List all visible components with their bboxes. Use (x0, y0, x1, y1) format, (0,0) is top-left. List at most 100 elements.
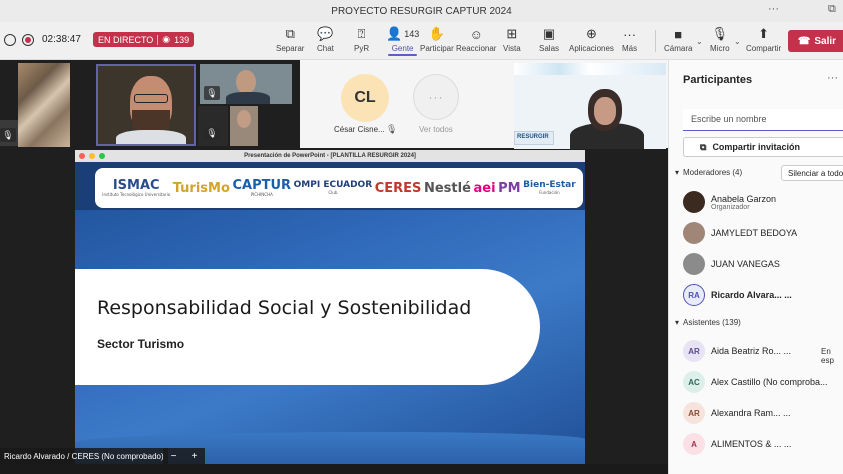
sponsor-logo: Bien-Estar Fundación (523, 180, 576, 195)
gente-button[interactable]: 👤 143 Gente (386, 26, 420, 56)
pyr-button[interactable]: ⍰ PyR (354, 26, 369, 53)
sponsor-logo: PM (498, 180, 521, 196)
view-all-label: Ver todos (419, 125, 453, 134)
zoom-out-button[interactable]: − (171, 451, 177, 462)
status-text: En esp (821, 347, 834, 365)
meeting-stage: 🎙 🎙 🎙 CL César Cisne... 🎙 ··· Ver todos … (0, 60, 668, 474)
list-item[interactable]: JAMYLEDT BEDOYA (683, 222, 797, 244)
speaker-name-tag: Ricardo Alvarado / CERES (No comprobado) (0, 448, 168, 464)
chat-icon: 💬 (317, 26, 334, 41)
avatar: AR (683, 402, 705, 424)
camera-icon: ■ (674, 26, 683, 42)
banner-text: RESURGIR (514, 131, 554, 145)
caret-down-icon: ▾ (675, 318, 680, 327)
recording-icon (22, 33, 34, 46)
sponsor-logo: TurisMo (172, 180, 230, 196)
slide-title: Responsabilidad Social y Sostenibilidad (97, 297, 472, 319)
shared-presentation[interactable]: Presentación de PowerPoint - [PLANTILLA … (75, 150, 585, 468)
zoom-in-button[interactable]: + (192, 451, 198, 462)
mas-button[interactable]: ··· Más (622, 26, 637, 54)
participant-avatar[interactable]: CL (341, 74, 389, 122)
mute-all-button[interactable]: Silenciar a todos (781, 165, 843, 181)
add-apps-icon: ⊕ (586, 26, 597, 41)
reaccionar-button[interactable]: ☺ Reaccionar (456, 26, 496, 54)
more-options-icon[interactable]: ··· (768, 3, 779, 15)
video-tile[interactable]: 🎙 (200, 64, 292, 104)
aplicaciones-button[interactable]: ⊕ Aplicaciones (569, 26, 614, 53)
mic-off-icon: 🎙 (711, 26, 729, 41)
sponsor-logo: CERES (374, 180, 422, 196)
popout-icon: ⧉ (285, 26, 295, 41)
more-icon: ··· (623, 26, 637, 42)
video-tile[interactable] (230, 106, 258, 146)
list-item[interactable]: JUAN VANEGAS (683, 253, 780, 275)
camera-options-chevron-icon[interactable]: ⌄ (696, 37, 703, 46)
vista-button[interactable]: ⊞ Vista (503, 26, 521, 53)
avatar (683, 222, 705, 244)
video-tile-active-speaker[interactable] (96, 64, 196, 146)
people-icon: 👤 143 (386, 26, 420, 41)
live-badge[interactable]: EN DIRECTO ◉ 139 (92, 32, 195, 47)
panel-more-icon[interactable]: ··· (827, 72, 838, 84)
list-item[interactable]: AR Aida Beatriz Ro... ... (683, 340, 791, 362)
sponsor-logos: ISMAC Instituto Tecnológico Universitario… (95, 168, 583, 208)
sponsor-logo: aei (473, 180, 496, 196)
participant-name: César Cisne... (334, 125, 385, 134)
separar-button[interactable]: ⧉ Separar (276, 26, 304, 53)
camara-button[interactable]: ■ Cámara (664, 26, 692, 54)
caret-down-icon: ▾ (675, 168, 680, 177)
chat-button[interactable]: 💬 Chat (317, 26, 334, 53)
video-tile[interactable]: RESURGIR (514, 63, 666, 149)
avatar: AC (683, 371, 705, 393)
presentation-window-title: Presentación de PowerPoint - [PLANTILLA … (244, 153, 416, 159)
avatar: RA (683, 284, 705, 306)
list-item[interactable]: A ALIMENTOS & ... ... (683, 433, 791, 455)
share-screen-icon: ⬆ (758, 26, 770, 41)
viewers-count: 139 (174, 34, 190, 45)
mic-options-chevron-icon[interactable]: ⌄ (734, 37, 741, 46)
leave-button[interactable]: ☎ Salir (788, 30, 843, 52)
micro-button[interactable]: 🎙 Micro (710, 26, 730, 53)
participar-button[interactable]: ✋ Participar (420, 26, 454, 53)
qa-icon: ⍰ (357, 26, 366, 41)
compartir-button[interactable]: ⬆ Compartir (746, 26, 781, 53)
sponsor-logo: OMPI ECUADOR Club (293, 180, 373, 195)
sponsor-logo: Nestlé (423, 180, 471, 196)
moderators-section-toggle[interactable]: ▾ Moderadores (4) (675, 168, 742, 177)
smile-icon: ☺ (469, 26, 483, 42)
avatar (683, 191, 705, 213)
raise-hand-icon: ✋ (428, 26, 445, 41)
mic-off-icon: 🎙 (0, 128, 16, 142)
shield-icon (4, 33, 16, 46)
avatar: A (683, 433, 705, 455)
video-tile[interactable] (18, 63, 70, 147)
grid-icon: ⊞ (506, 26, 518, 41)
mic-off-icon: 🎙 (204, 86, 220, 100)
panel-title: Participantes (683, 74, 753, 86)
phone-hangup-icon: ☎ (797, 35, 811, 47)
list-item[interactable]: AR Alexandra Ram... ... (683, 402, 791, 424)
list-item[interactable]: RA Ricardo Alvara... ... (683, 284, 792, 306)
slide-subtitle: Sector Turismo (97, 337, 185, 351)
list-item[interactable]: Anabela Garzon Organizador (683, 191, 776, 213)
meeting-timer: 02:38:47 (42, 34, 81, 45)
salas-button[interactable]: ▣ Salas (539, 26, 559, 53)
share-invite-button[interactable]: ⧉ Compartir invitación (683, 137, 843, 157)
participant-search-input[interactable]: Escribe un nombre (683, 109, 843, 131)
view-all-button[interactable]: ··· (413, 74, 459, 120)
attendees-section-toggle[interactable]: ▾ Asistentes (139) (675, 318, 741, 327)
rooms-icon: ▣ (542, 26, 556, 41)
mic-off-icon: 🎙 (204, 126, 220, 140)
video-tile[interactable]: 🎙 (198, 106, 228, 146)
live-label: EN DIRECTO (97, 34, 154, 45)
presentation-window-bar: Presentación de PowerPoint - [PLANTILLA … (75, 150, 585, 162)
list-item[interactable]: AC Alex Castillo (No comproba... (683, 371, 828, 393)
restore-window-icon[interactable]: ⧉ (828, 3, 836, 16)
participants-panel: Participantes ··· Escribe un nombre ⧉ Co… (668, 60, 843, 474)
meeting-toolbar: 02:38:47 EN DIRECTO ◉ 139 ⧉ Separar 💬 Ch… (0, 22, 843, 60)
slide: ISMAC Instituto Tecnológico Universitario… (75, 162, 585, 468)
avatar: AR (683, 340, 705, 362)
sponsor-logo: CAPTUR PICHINCHA (232, 178, 292, 197)
zoom-control: − + (163, 448, 205, 464)
title-bar: PROYECTO RESURGIR CAPTUR 2024 ··· ⧉ (0, 0, 843, 22)
